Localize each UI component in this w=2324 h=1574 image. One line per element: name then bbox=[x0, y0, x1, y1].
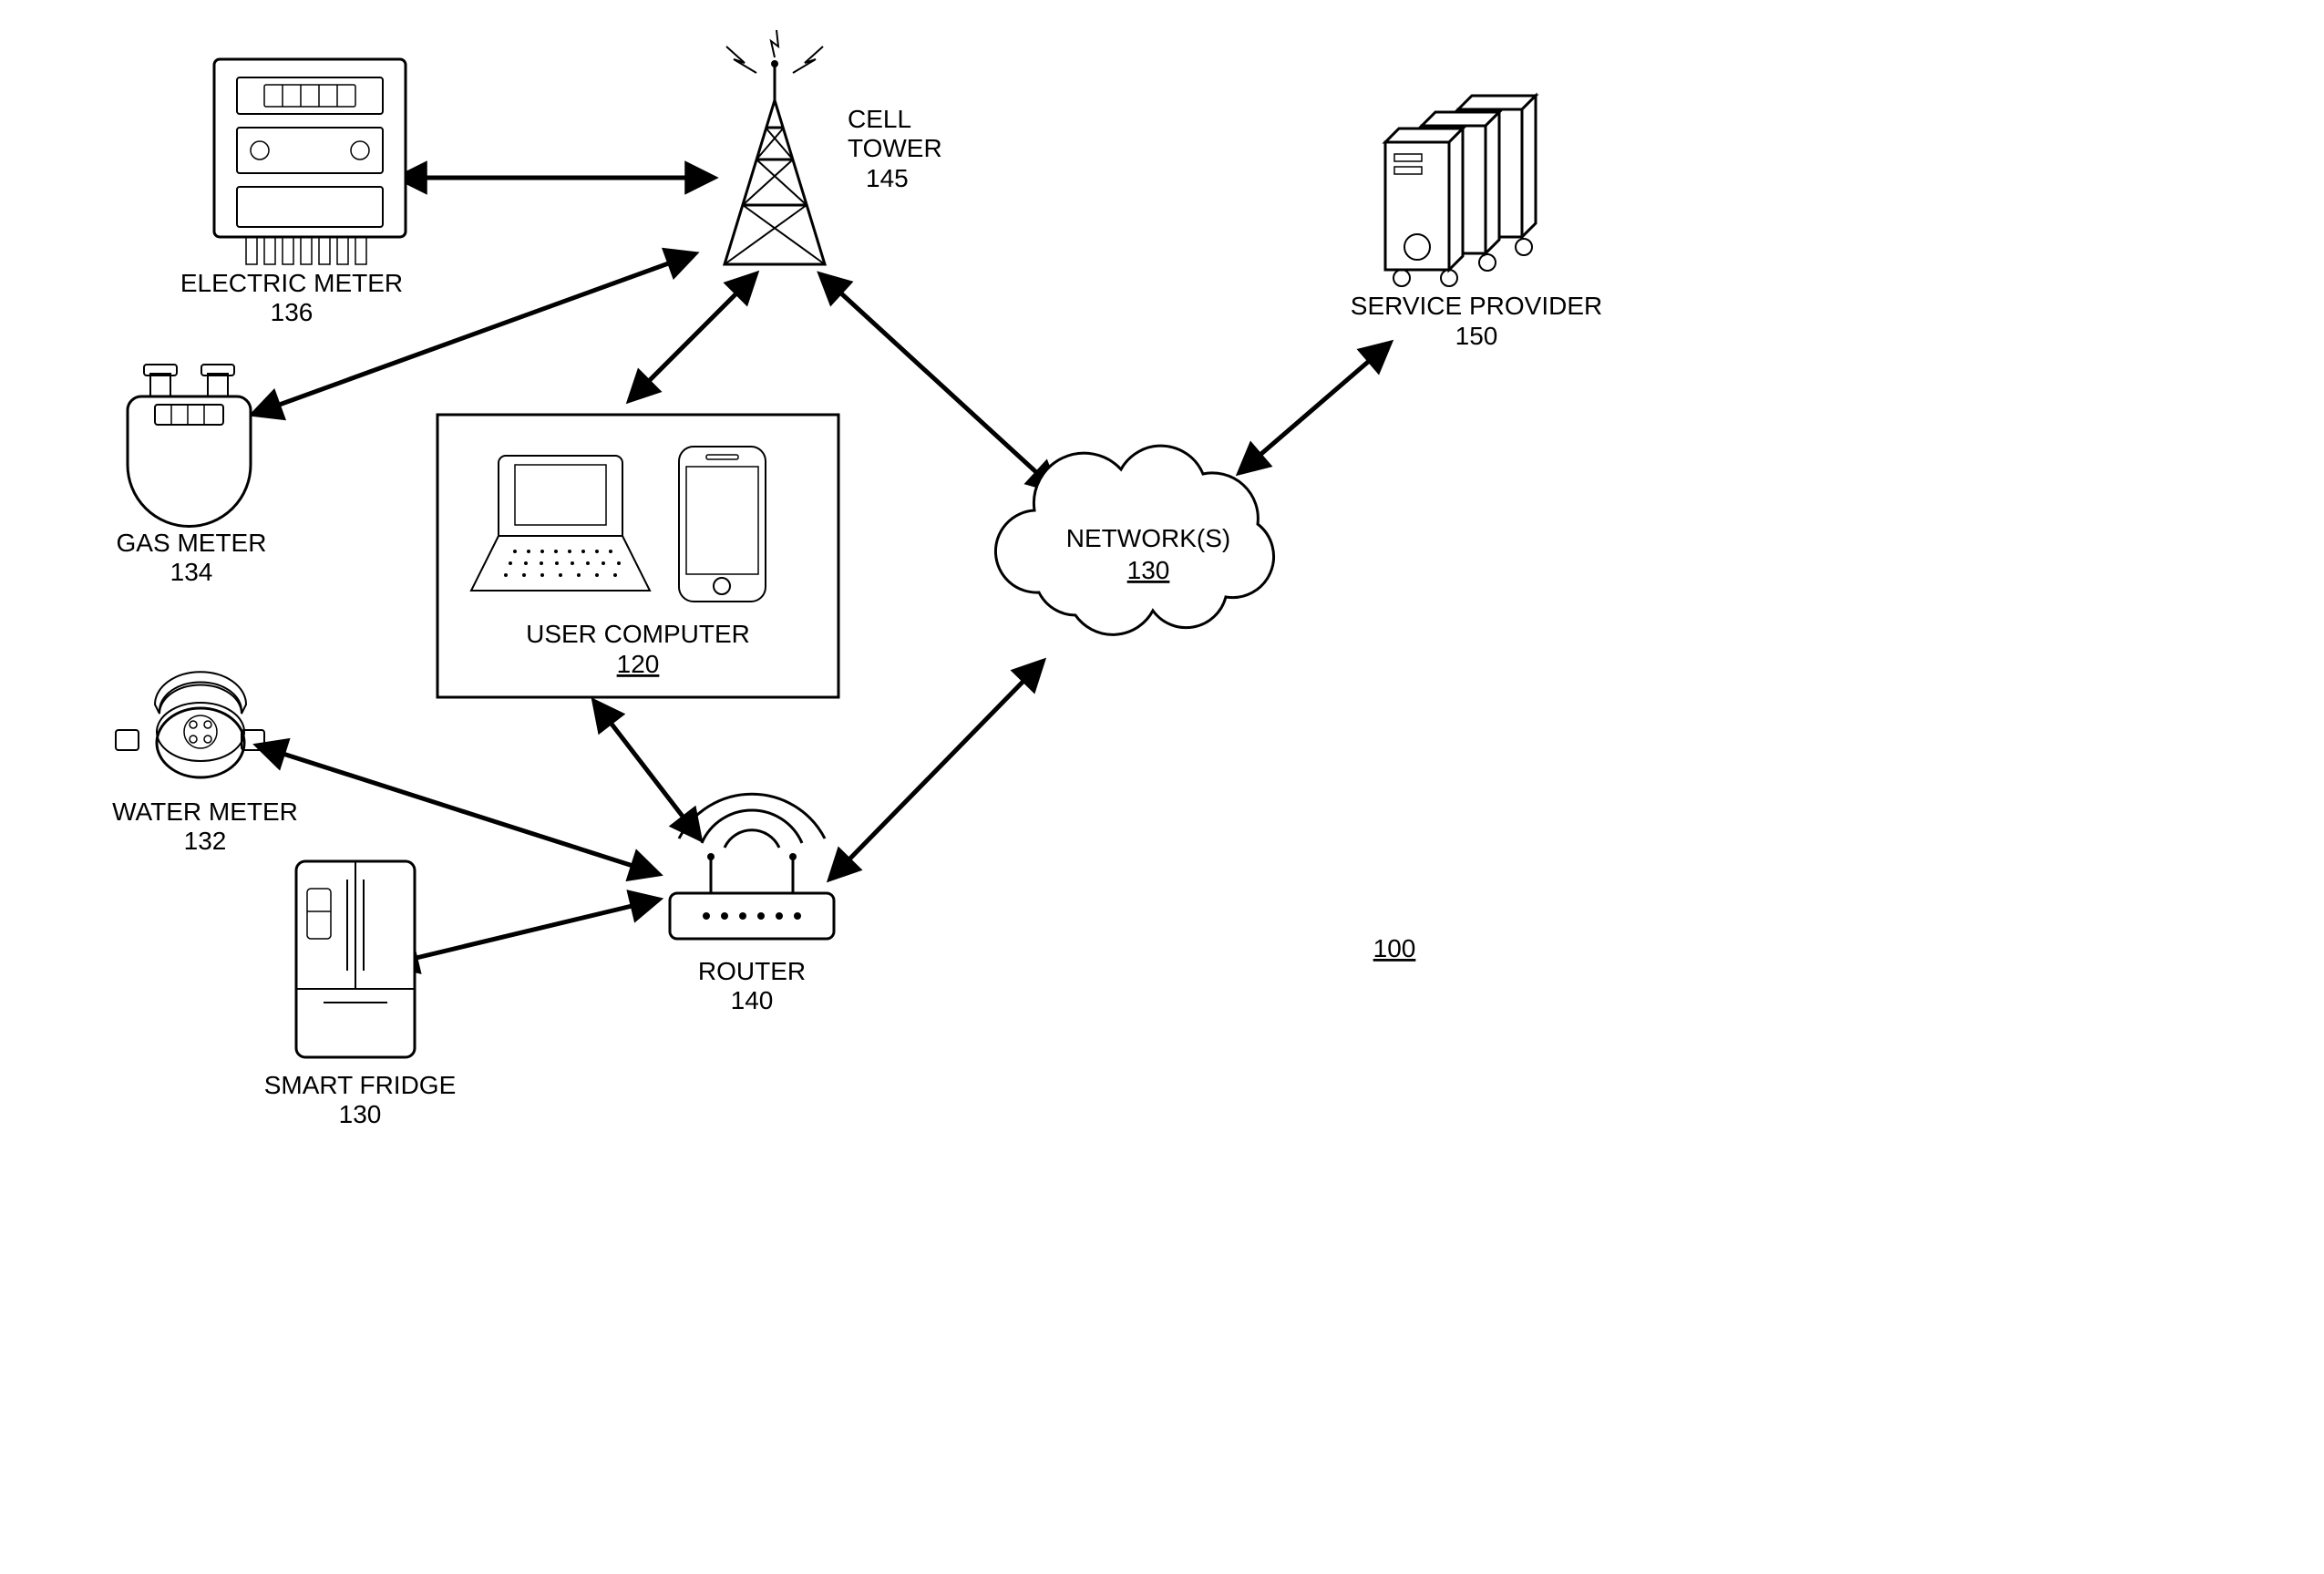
arrow-router-networks bbox=[838, 670, 1034, 870]
water-meter-node: WATER METER 132 bbox=[112, 672, 298, 855]
servers-icon bbox=[1385, 96, 1536, 286]
gas-meter-ref: 134 bbox=[170, 558, 213, 586]
cell-tower-node: CELL TOWER 145 bbox=[725, 30, 942, 264]
arrow-celltower-networks bbox=[829, 283, 1048, 483]
smartphone-icon bbox=[679, 447, 766, 602]
electric-meter-ref: 136 bbox=[271, 298, 314, 326]
water-meter-ref: 132 bbox=[184, 827, 227, 855]
cell-tower-icon bbox=[725, 30, 825, 264]
service-provider-node: SERVICE PROVIDER 150 bbox=[1351, 96, 1602, 350]
router-icon bbox=[670, 794, 834, 939]
arrow-water-router bbox=[269, 749, 647, 870]
smart-fridge-label: SMART FRIDGE bbox=[264, 1071, 457, 1099]
cell-tower-label-2: TOWER bbox=[848, 134, 942, 162]
router-label: ROUTER bbox=[698, 957, 806, 985]
arrow-networks-service bbox=[1249, 351, 1381, 465]
networks-label: NETWORK(S) bbox=[1066, 524, 1230, 552]
water-meter-icon bbox=[116, 672, 264, 777]
water-meter-label: WATER METER bbox=[112, 797, 298, 826]
figure-ref: 100 bbox=[1373, 934, 1416, 962]
user-computer-ref: 120 bbox=[617, 650, 660, 678]
gas-meter-node: GAS METER 134 bbox=[117, 365, 267, 586]
gas-meter-icon bbox=[128, 365, 251, 527]
user-computer-label: USER COMPUTER bbox=[526, 620, 750, 648]
electric-meter-label: ELECTRIC METER bbox=[180, 269, 403, 297]
electric-meter-node: ELECTRIC METER 136 bbox=[180, 59, 406, 326]
network-diagram: ELECTRIC METER 136 GAS METER 134 bbox=[0, 0, 2324, 1574]
user-computer-node: USER COMPUTER 120 bbox=[437, 415, 838, 697]
arrow-usercomputer-router bbox=[602, 711, 693, 829]
service-provider-label: SERVICE PROVIDER bbox=[1351, 292, 1602, 320]
arrow-celltower-usercomputer bbox=[638, 283, 747, 392]
networks-ref: 130 bbox=[1127, 556, 1170, 584]
arrow-fridge-router bbox=[401, 902, 647, 962]
router-node: ROUTER 140 bbox=[670, 794, 834, 1014]
smart-fridge-node: SMART FRIDGE 130 bbox=[264, 861, 457, 1128]
smart-fridge-ref: 130 bbox=[339, 1100, 382, 1128]
cell-tower-ref: 145 bbox=[866, 164, 909, 192]
router-ref: 140 bbox=[731, 986, 774, 1014]
cell-tower-label-1: CELL bbox=[848, 105, 911, 133]
laptop-icon bbox=[471, 456, 650, 591]
gas-meter-label: GAS METER bbox=[117, 529, 267, 557]
service-provider-ref: 150 bbox=[1455, 322, 1498, 350]
smart-fridge-icon bbox=[296, 861, 415, 1057]
electric-meter-icon bbox=[214, 59, 406, 264]
